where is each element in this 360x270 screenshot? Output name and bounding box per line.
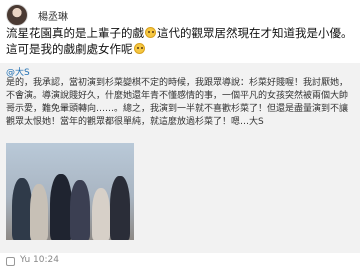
post-icon xyxy=(6,257,15,266)
person-figure xyxy=(30,184,48,240)
person-figure xyxy=(110,176,130,240)
timestamp-bar: Yu 10:24 xyxy=(0,253,360,270)
post-text: 流星花園真的是上輩子的戲 這代的觀眾居然現在才知道我是小優。這可是我的戲劇處女作呢 xyxy=(6,25,356,57)
quoted-post[interactable]: @大S 是的，我承認，當初演到杉菜變棋不定的時候，我跟眾導說：杉菜好賤喔！我討厭… xyxy=(0,63,360,255)
timestamp: Yu 10:24 xyxy=(20,255,59,265)
laughing-emoji-icon xyxy=(145,27,156,38)
person-figure xyxy=(50,174,72,240)
quoted-text: 是的，我承認，當初演到杉菜變棋不定的時候，我跟眾導說：杉菜好賤喔！我討厭她，不會… xyxy=(6,78,349,127)
group-photo[interactable] xyxy=(6,143,134,240)
username[interactable]: 楊丞琳 xyxy=(38,8,68,23)
post-text-part-1: 流星花園真的是上輩子的戲 xyxy=(6,26,144,40)
person-figure xyxy=(92,188,110,240)
smiling-emoji-icon xyxy=(133,43,145,54)
person-figure xyxy=(12,178,32,240)
person-figure xyxy=(70,180,90,240)
avatar[interactable] xyxy=(6,4,28,26)
